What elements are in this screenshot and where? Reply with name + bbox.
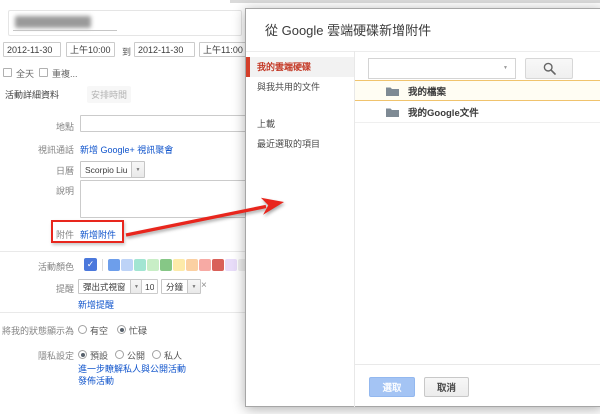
chevron-down-icon: ▼ [187, 280, 201, 293]
search-dropdown-arrow-icon[interactable]: ▼ [503, 65, 508, 71]
end-date-input[interactable] [134, 42, 195, 57]
color-swatch[interactable] [147, 259, 159, 271]
drive-attachment-dialog: 從 Google 雲端硬碟新增附件 我的雲端硬碟 與我共用的文件 上載 最近選取… [245, 8, 600, 407]
file-row-label: 我的Google文件 [408, 108, 479, 119]
reminder-unit-select[interactable]: 分鐘 ▼ [161, 279, 202, 294]
privacy-label: 隱私設定 [37, 351, 74, 361]
nav-upload[interactable]: 上載 [246, 114, 354, 134]
location-label: 地點 [55, 122, 74, 132]
repeat-checkbox[interactable] [39, 68, 48, 77]
divider [0, 251, 246, 252]
event-color-label: 活動顏色 [37, 262, 74, 272]
attachment-label: 附件 [55, 230, 74, 240]
folder-icon [386, 86, 399, 96]
color-swatch[interactable] [134, 259, 146, 271]
dialog-footer-divider [355, 364, 600, 365]
color-swatch[interactable] [199, 259, 211, 271]
status-free-radio[interactable] [78, 325, 87, 334]
show-me-as-label: 將我的狀態顯示為 [1, 326, 74, 336]
reminder-unit-value: 分鐘 [166, 281, 184, 292]
color-palette [108, 259, 250, 271]
add-attachment-link[interactable]: 新增附件 [80, 228, 116, 241]
tab-event-details[interactable]: 活動詳細資料 [5, 88, 59, 101]
reminder-label: 提醒 [55, 284, 74, 294]
divider [0, 312, 246, 313]
remove-reminder-icon[interactable]: × [201, 280, 207, 291]
color-swatch[interactable] [108, 259, 120, 271]
add-reminder-link[interactable]: 新增提醒 [78, 298, 114, 311]
drive-search-input[interactable] [368, 58, 516, 79]
end-time-input[interactable] [199, 42, 251, 57]
search-button[interactable] [525, 58, 573, 79]
description-label: 說明 [55, 186, 74, 196]
privacy-public-radio[interactable] [115, 350, 124, 359]
add-video-call-link[interactable]: 新增 Google+ 視訊聚會 [80, 143, 173, 156]
select-button[interactable]: 選取 [369, 377, 415, 397]
color-swatch[interactable] [121, 259, 133, 271]
color-swatch[interactable] [225, 259, 237, 271]
calendar-select[interactable]: Scorpio Liu ▼ [80, 161, 145, 178]
status-busy-label: 忙碌 [129, 326, 148, 336]
start-time-input[interactable] [66, 42, 115, 57]
privacy-public-label: 公開 [127, 351, 146, 361]
all-day-label: 全天 [16, 69, 35, 79]
description-textarea[interactable] [80, 180, 246, 218]
publish-event-link[interactable]: 發佈活動 [78, 374, 114, 387]
color-swatch-selected[interactable]: ✓ [84, 258, 97, 271]
nav-my-drive[interactable]: 我的雲端硬碟 [246, 57, 354, 77]
folder-icon [386, 107, 399, 117]
page-top-strip [230, 0, 600, 3]
privacy-private-radio[interactable] [152, 350, 161, 359]
event-title-redacted-text [15, 16, 91, 28]
file-row-label: 我的檔案 [408, 86, 447, 98]
chevron-down-icon: ▼ [131, 162, 144, 177]
color-swatch[interactable] [160, 259, 172, 271]
privacy-default-radio[interactable] [78, 350, 87, 359]
all-day-checkbox[interactable] [3, 68, 12, 77]
file-row-my-google-docs[interactable]: 我的Google文件 [355, 102, 600, 123]
start-date-input[interactable] [3, 42, 61, 57]
color-divider [102, 259, 103, 271]
dialog-title-divider [246, 51, 600, 52]
status-busy-radio[interactable] [117, 325, 126, 334]
event-title-underline [13, 30, 117, 31]
color-swatch[interactable] [173, 259, 185, 271]
dialog-title: 從 Google 雲端硬碟新增附件 [265, 23, 432, 38]
search-icon [543, 62, 556, 75]
status-free-label: 有空 [90, 326, 109, 336]
cancel-button[interactable]: 取消 [424, 377, 469, 397]
video-call-label: 視訊通話 [37, 145, 74, 155]
reminder-method-value: 彈出式視窗 [83, 281, 126, 292]
privacy-default-label: 預設 [90, 351, 109, 361]
location-input[interactable] [80, 115, 246, 132]
color-swatch[interactable] [186, 259, 198, 271]
reminder-method-select[interactable]: 彈出式視窗 ▼ [78, 279, 144, 294]
privacy-private-label: 私人 [164, 351, 183, 361]
tab-schedule[interactable]: 安排時間 [87, 86, 132, 103]
file-row-my-files[interactable]: 我的檔案 [355, 80, 600, 101]
date-to-label: 到 [122, 47, 132, 57]
color-swatch[interactable] [212, 259, 224, 271]
repeat-label: 重複... [52, 69, 78, 79]
calendar-label: 日曆 [55, 166, 74, 176]
nav-recently-selected[interactable]: 最近選取的項目 [246, 134, 354, 154]
nav-shared-with-me[interactable]: 與我共用的文件 [246, 77, 354, 97]
reminder-minutes-input[interactable] [141, 279, 158, 294]
calendar-select-value: Scorpio Liu [85, 164, 128, 175]
